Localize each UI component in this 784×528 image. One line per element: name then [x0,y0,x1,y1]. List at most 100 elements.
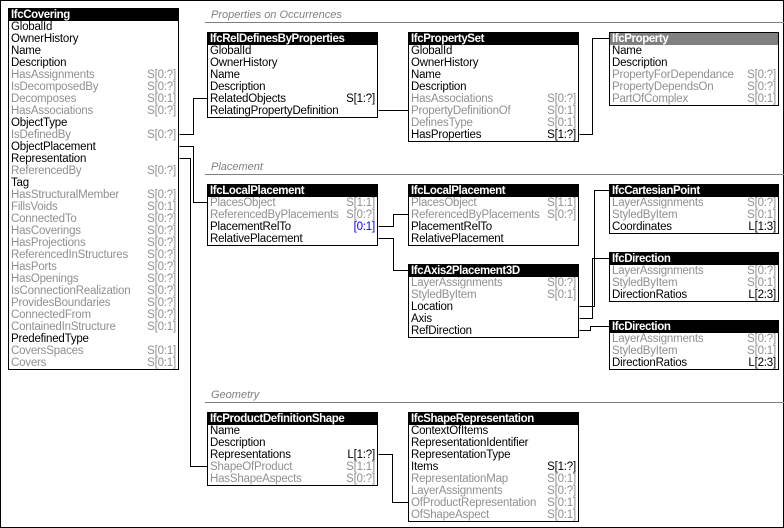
attribute-row[interactable]: IsDecomposedBy S[0:?] [9,81,178,93]
entity-title[interactable]: IfcAxis2Placement3D [409,265,578,277]
entity-title[interactable]: IfcLocalPlacement [208,185,377,197]
entity-title[interactable]: IfcProperty [610,33,778,45]
entity-ifcpropertyset[interactable]: IfcPropertySet GlobalId OwnerHistory Name De… [408,32,579,142]
entity-ifcaxis2placement3d[interactable]: IfcAxis2Placement3D LayerAssignments S[0:?… [408,264,579,338]
attribute-row[interactable]: StyledByItem S[0:1] [409,289,578,301]
attribute-row[interactable]: ReferencedBy S[0:?] [9,165,178,177]
attribute-row[interactable]: DirectionRatios L[2:3] [610,289,778,301]
attribute-row[interactable]: ConnectedFrom S[0:?] [9,309,178,321]
entity-ifcreldefinesbyproperties[interactable]: IfcRelDefinesByProperties GlobalId OwnerHi… [207,32,378,118]
attribute-row[interactable]: Name [208,69,377,81]
attribute-row[interactable]: RelativePlacement [409,233,578,245]
attribute-row[interactable]: OwnerHistory [9,33,178,45]
attribute-row[interactable]: PlacementRelTo [409,221,578,233]
entity-ifcdirection[interactable]: IfcDirection LayerAssignments S[0:?] Styled… [609,320,779,370]
entity-title[interactable]: IfcPropertySet [409,33,578,45]
entity-title[interactable]: IfcRelDefinesByProperties [208,33,377,45]
attribute-row[interactable]: StyledByItem S[0:1] [610,209,778,221]
entity-title[interactable]: IfcDirection [610,253,778,265]
attribute-row[interactable]: RepresentationIdentifier [409,437,578,449]
attribute-row[interactable]: PlacesObject S[1:1] [208,197,377,209]
attribute-row[interactable]: OwnerHistory [208,57,377,69]
attribute-row[interactable]: ContainedInStructure S[0:1] [9,321,178,333]
attribute-row[interactable]: PredefinedType [9,333,178,345]
entity-title[interactable]: IfcCovering [9,9,178,21]
attribute-row[interactable]: Name [610,45,778,57]
attribute-row[interactable]: StyledByItem S[0:1] [610,277,778,289]
attribute-row[interactable]: LayerAssignments S[0:?] [610,197,778,209]
attribute-row[interactable]: RelatingPropertyDefinition [208,105,377,117]
attribute-row[interactable]: PlacesObject S[1:1] [409,197,578,209]
attribute-row[interactable]: StyledByItem S[0:1] [610,345,778,357]
attribute-row[interactable]: LayerAssignments S[0:?] [610,333,778,345]
attribute-row[interactable]: ObjectType [9,117,178,129]
attribute-row[interactable]: PropertyDependsOn S[0:?] [610,81,778,93]
attribute-row[interactable]: FillsVoids S[0:1] [9,201,178,213]
attribute-row[interactable]: LayerAssignments S[0:?] [409,485,578,497]
attribute-row[interactable]: ReferencedInStructures S[0:?] [9,249,178,261]
entity-ifccartesianpoint[interactable]: IfcCartesianPoint LayerAssignments S[0:?] S… [609,184,779,234]
entity-ifcproductdefinitionshape[interactable]: IfcProductDefinitionShape Name Description… [207,412,378,486]
attribute-row[interactable]: HasPorts S[0:?] [9,261,178,273]
attribute-row[interactable]: RepresentationMap S[0:1] [409,473,578,485]
entity-ifcproperty[interactable]: IfcProperty Name Description PropertyForDep… [609,32,779,106]
attribute-row[interactable]: Representation [9,153,178,165]
attribute-row[interactable]: OfProductRepresentation S[0:1] [409,497,578,509]
attribute-row[interactable]: HasAssociations S[0:?] [409,93,578,105]
attribute-row[interactable]: ReferencedByPlacements S[0:?] [208,209,377,221]
entity-title[interactable]: IfcShapeRepresentation [409,413,578,425]
attribute-row[interactable]: ProvidesBoundaries S[0:?] [9,297,178,309]
entity-ifcdirection[interactable]: IfcDirection LayerAssignments S[0:?] Styled… [609,252,779,302]
attribute-row[interactable]: HasProperties S[1:?] [409,129,578,141]
attribute-row[interactable]: ContextOfItems [409,425,578,437]
attribute-row[interactable]: ObjectPlacement [9,141,178,153]
attribute-row[interactable]: PartOfComplex S[0:1] [610,93,778,105]
entity-title[interactable]: IfcProductDefinitionShape [208,413,377,425]
attribute-row[interactable]: GlobalId [9,21,178,33]
attribute-row[interactable]: LayerAssignments S[0:?] [610,265,778,277]
attribute-row[interactable]: Description [208,81,377,93]
attribute-row[interactable]: CoversSpaces S[0:1] [9,345,178,357]
attribute-row[interactable]: Decomposes S[0:1] [9,93,178,105]
attribute-row[interactable]: Tag [9,177,178,189]
attribute-row[interactable]: IsDefinedBy S[0:?] [9,129,178,141]
entity-ifcshaperepresentation[interactable]: IfcShapeRepresentation ContextOfItems Repr… [408,412,579,522]
attribute-row[interactable]: HasCoverings S[0:?] [9,225,178,237]
attribute-row[interactable]: Location [409,301,578,313]
attribute-row[interactable]: Description [610,57,778,69]
attribute-row[interactable]: HasProjections S[0:?] [9,237,178,249]
attribute-row[interactable]: Name [9,45,178,57]
attribute-row[interactable]: ReferencedByPlacements S[0:?] [409,209,578,221]
attribute-row[interactable]: RefDirection [409,325,578,337]
attribute-row[interactable]: Representations L[1:?] [208,449,377,461]
attribute-row[interactable]: Items S[1:?] [409,461,578,473]
attribute-row[interactable]: HasOpenings S[0:?] [9,273,178,285]
attribute-row[interactable]: OwnerHistory [409,57,578,69]
attribute-row[interactable]: RepresentationType [409,449,578,461]
attribute-row[interactable]: ConnectedTo S[0:?] [9,213,178,225]
attribute-row[interactable]: PropertyDefinitionOf S[0:1] [409,105,578,117]
attribute-row[interactable]: Axis [409,313,578,325]
attribute-row[interactable]: IsConnectionRealization S[0:?] [9,285,178,297]
attribute-row[interactable]: LayerAssignments S[0:?] [409,277,578,289]
entity-ifclocalplacement[interactable]: IfcLocalPlacement PlacesObject S[1:1] Refer… [408,184,579,246]
attribute-row[interactable]: Description [208,437,377,449]
attribute-row[interactable]: Coordinates L[1:3] [610,221,778,233]
attribute-row[interactable]: OfShapeAspect S[0:1] [409,509,578,521]
attribute-row[interactable]: Covers S[0:1] [9,357,178,369]
attribute-row[interactable]: GlobalId [208,45,377,57]
entity-ifclocalplacement[interactable]: IfcLocalPlacement PlacesObject S[1:1] Refer… [207,184,378,246]
attribute-row[interactable]: Name [409,69,578,81]
attribute-row[interactable]: PlacementRelTo [0:1] [208,221,377,233]
attribute-row[interactable]: GlobalId [409,45,578,57]
attribute-row[interactable]: HasAssignments S[0:?] [9,69,178,81]
entity-ifccovering[interactable]: IfcCovering GlobalId OwnerHistory Name Descr… [8,8,179,370]
attribute-row[interactable]: HasShapeAspects S[0:?] [208,473,377,485]
entity-title[interactable]: IfcCartesianPoint [610,185,778,197]
entity-title[interactable]: IfcLocalPlacement [409,185,578,197]
attribute-row[interactable]: Description [409,81,578,93]
attribute-row[interactable]: DefinesType S[0:1] [409,117,578,129]
attribute-row[interactable]: Description [9,57,178,69]
attribute-row[interactable]: RelatedObjects S[1:?] [208,93,377,105]
attribute-row[interactable]: PropertyForDependance S[0:?] [610,69,778,81]
